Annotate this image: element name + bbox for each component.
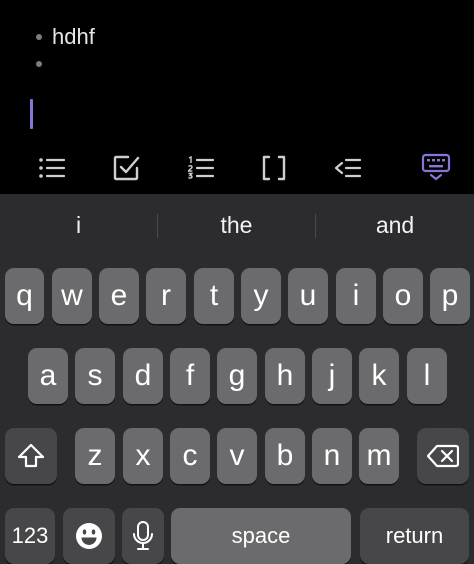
bullet-list-button[interactable] <box>34 150 70 186</box>
outdent-icon <box>334 158 362 178</box>
backspace-icon <box>427 444 459 468</box>
dictation-key[interactable] <box>122 508 164 564</box>
key-o[interactable]: o <box>383 268 423 324</box>
space-key[interactable]: space <box>171 508 351 564</box>
emoji-icon <box>76 523 102 549</box>
key-m[interactable]: m <box>359 428 399 484</box>
key-j[interactable]: j <box>312 348 352 404</box>
list-item-text: hdhf <box>52 24 95 49</box>
bullet-list-icon <box>39 158 66 178</box>
bullet-dot-icon <box>36 34 42 40</box>
brackets-icon <box>262 155 286 181</box>
list-item[interactable]: hdhf <box>36 23 95 51</box>
format-toolbar <box>0 143 474 194</box>
suggestion-item[interactable]: and <box>316 194 474 256</box>
key-d[interactable]: d <box>123 348 163 404</box>
key-y[interactable]: y <box>241 268 281 324</box>
numbers-key[interactable]: 123 <box>5 508 55 564</box>
key-a[interactable]: a <box>28 348 68 404</box>
checkbox-icon <box>113 155 140 181</box>
on-screen-keyboard: i the and q w e r t y u i o p a s d f g … <box>0 194 474 564</box>
key-g[interactable]: g <box>217 348 257 404</box>
note-editor[interactable]: hdhf <box>0 0 474 143</box>
checklist-button[interactable] <box>108 150 144 186</box>
microphone-icon <box>133 521 153 550</box>
suggestion-bar: i the and <box>0 194 474 256</box>
outdent-button[interactable] <box>330 150 366 186</box>
key-q[interactable]: q <box>5 268 44 324</box>
dismiss-keyboard-button[interactable] <box>418 150 454 186</box>
key-c[interactable]: c <box>170 428 210 484</box>
text-cursor <box>30 99 33 129</box>
shift-key[interactable] <box>5 428 57 484</box>
shift-arrow-icon <box>17 443 45 468</box>
key-z[interactable]: z <box>75 428 115 484</box>
numbered-list-icon <box>187 156 215 179</box>
key-w[interactable]: w <box>52 268 92 324</box>
keyboard-down-icon <box>421 153 451 181</box>
bullet-dot-icon <box>36 61 42 67</box>
return-key[interactable]: return <box>360 508 469 564</box>
key-n[interactable]: n <box>312 428 352 484</box>
key-e[interactable]: e <box>99 268 139 324</box>
key-x[interactable]: x <box>123 428 163 484</box>
key-u[interactable]: u <box>288 268 328 324</box>
key-b[interactable]: b <box>265 428 305 484</box>
key-h[interactable]: h <box>265 348 305 404</box>
brackets-button[interactable] <box>256 150 292 186</box>
backspace-key[interactable] <box>417 428 469 484</box>
emoji-key[interactable] <box>63 508 115 564</box>
numbered-list-button[interactable] <box>183 150 219 186</box>
key-l[interactable]: l <box>407 348 447 404</box>
key-v[interactable]: v <box>217 428 257 484</box>
key-p[interactable]: p <box>430 268 470 324</box>
key-t[interactable]: t <box>194 268 234 324</box>
key-r[interactable]: r <box>146 268 186 324</box>
key-s[interactable]: s <box>75 348 115 404</box>
suggestion-item[interactable]: i <box>0 194 157 256</box>
suggestion-item[interactable]: the <box>158 194 315 256</box>
key-i[interactable]: i <box>336 268 376 324</box>
key-f[interactable]: f <box>170 348 210 404</box>
list-item[interactable] <box>36 61 52 67</box>
key-k[interactable]: k <box>359 348 399 404</box>
